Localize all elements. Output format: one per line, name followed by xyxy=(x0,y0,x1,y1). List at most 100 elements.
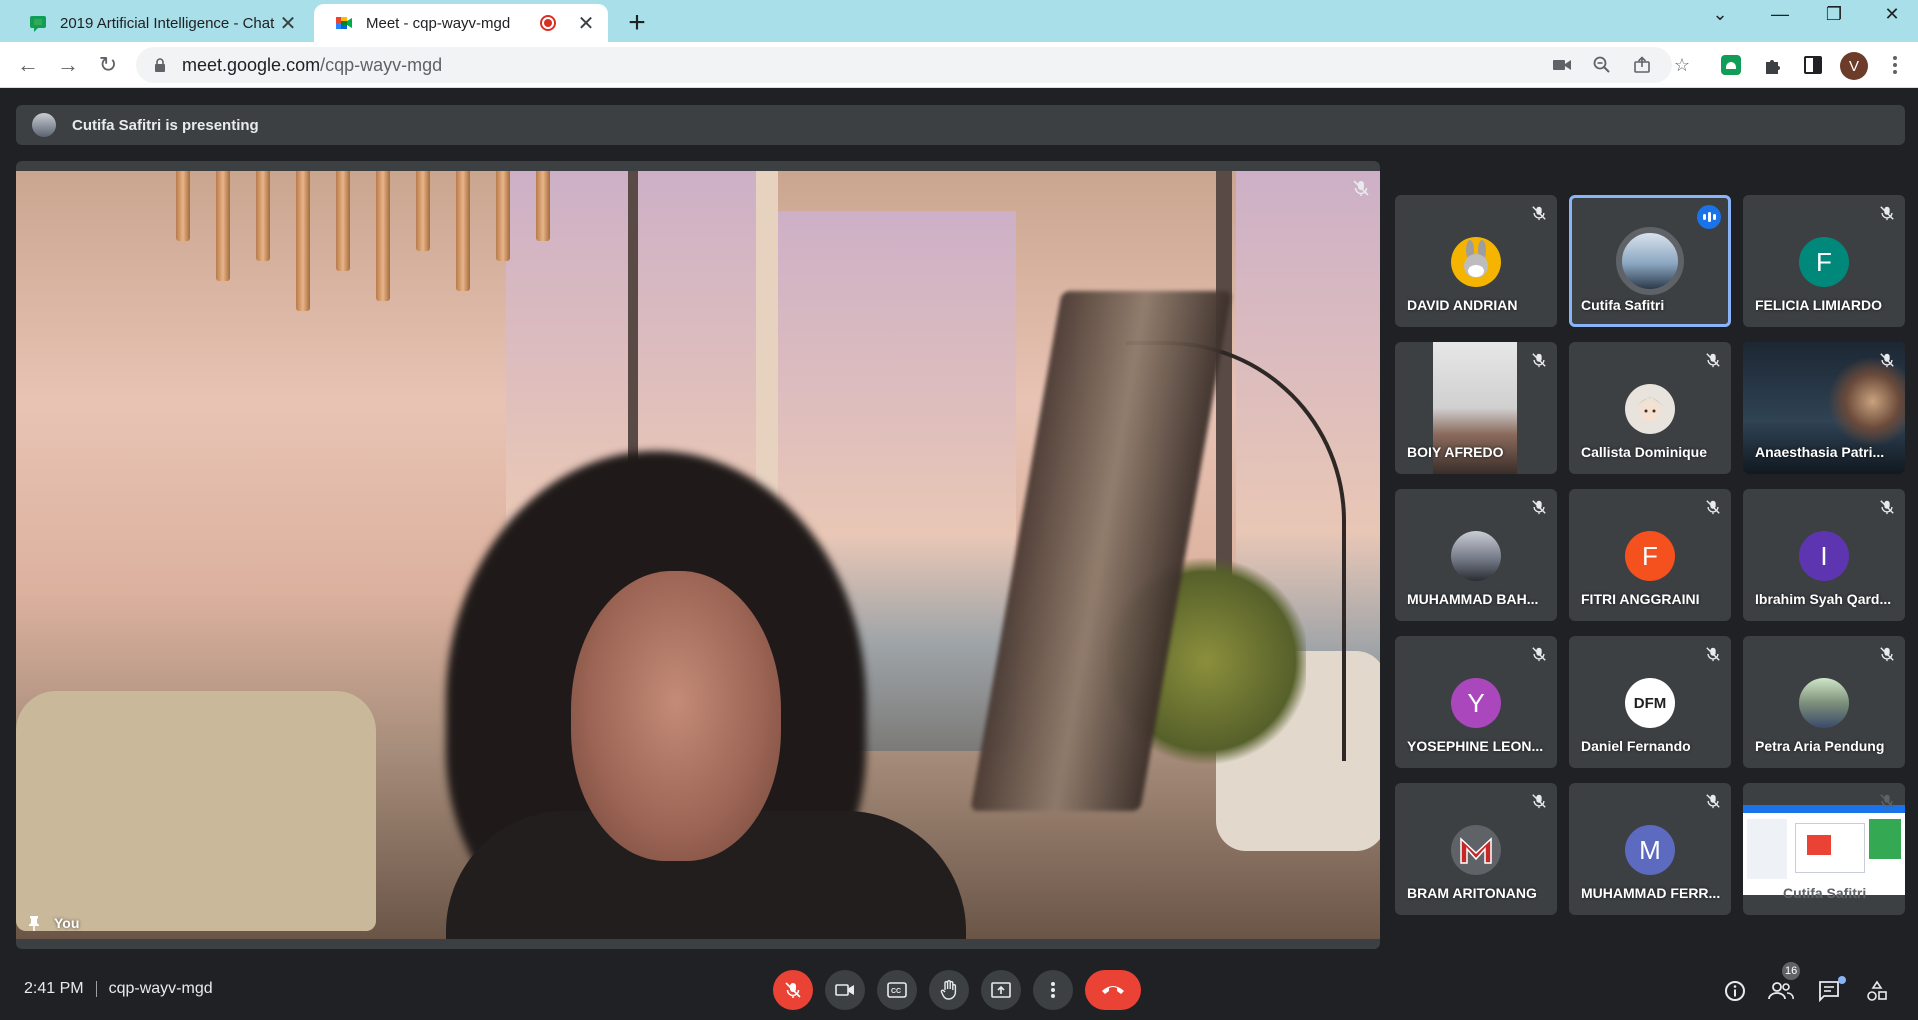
present-icon xyxy=(991,982,1011,998)
people-icon xyxy=(1768,982,1794,1000)
mic-off-icon xyxy=(1532,500,1546,515)
participant-tile[interactable]: BOIY AFREDO xyxy=(1395,342,1557,474)
people-button[interactable] xyxy=(1766,976,1796,1006)
participant-tile[interactable]: F FELICIA LIMIARDO xyxy=(1743,195,1905,327)
meeting-details-button[interactable] xyxy=(1720,976,1750,1006)
meeting-code: cqp-wayv-mgd xyxy=(108,980,213,997)
participant-tile[interactable]: Cutifa Safitri xyxy=(1743,783,1905,915)
mic-off-icon xyxy=(1706,647,1720,662)
url-path: /cqp-wayv-mgd xyxy=(320,54,443,75)
participant-tile[interactable]: MUHAMMAD BAH... xyxy=(1395,489,1557,621)
info-icon xyxy=(1725,981,1745,1001)
mic-off-icon xyxy=(1880,353,1894,368)
restore-icon[interactable]: ❐ xyxy=(1814,4,1854,25)
bookmark-star-icon[interactable]: ☆ xyxy=(1668,51,1696,79)
profile-photo xyxy=(1799,678,1849,728)
leave-call-button[interactable] xyxy=(1085,970,1141,1010)
tab-meet[interactable]: Meet - cqp-wayv-mgd ✕ xyxy=(314,4,608,42)
participant-name: YOSEPHINE LEON... xyxy=(1407,738,1544,754)
extensions-puzzle-icon[interactable] xyxy=(1758,50,1788,80)
participant-name: DAVID ANDRIAN xyxy=(1407,297,1518,313)
people-count-badge: 16 xyxy=(1782,962,1801,980)
unread-indicator xyxy=(1838,976,1846,984)
main-video-tile[interactable]: You xyxy=(16,161,1380,949)
speaking-indicator-icon xyxy=(1697,205,1721,229)
mic-off-icon xyxy=(785,982,801,998)
camera-icon xyxy=(835,984,854,996)
menu-kebab-icon[interactable] xyxy=(1880,50,1910,80)
new-tab-button[interactable]: + xyxy=(622,6,652,40)
more-options-button[interactable] xyxy=(1033,970,1073,1010)
bugs-bunny-image xyxy=(1451,237,1501,287)
activities-icon xyxy=(1867,980,1887,1001)
participant-initial-avatar: F xyxy=(1625,531,1675,581)
participant-tile[interactable]: BRAM ARITONANG xyxy=(1395,783,1557,915)
pin-icon[interactable] xyxy=(28,915,40,931)
participant-tile[interactable]: DFM Daniel Fernando xyxy=(1569,636,1731,768)
presenting-text: Cutifa Safitri is presenting xyxy=(72,116,259,134)
present-now-button[interactable] xyxy=(981,970,1021,1010)
mic-off-icon xyxy=(1532,794,1546,809)
participant-name: FITRI ANGGRAINI xyxy=(1581,591,1700,607)
activities-button[interactable] xyxy=(1862,976,1892,1006)
tab-strip: 2019 Artificial Intelligence - Chat ✕ Me… xyxy=(0,0,1918,42)
raise-hand-button[interactable] xyxy=(929,970,969,1010)
mic-toggle-button[interactable] xyxy=(773,970,813,1010)
harbor-photo xyxy=(1616,227,1684,295)
extension-phone-icon[interactable] xyxy=(1716,50,1746,80)
participant-name: BRAM ARITONANG xyxy=(1407,885,1537,901)
participant-name: Daniel Fernando xyxy=(1581,738,1691,754)
mic-off-icon xyxy=(1532,647,1546,662)
tab-title: 2019 Artificial Intelligence - Chat xyxy=(60,14,275,32)
mic-off-icon xyxy=(1706,500,1720,515)
participant-tile[interactable]: I Ibrahim Syah Qard... xyxy=(1743,489,1905,621)
participant-initial-avatar: Y xyxy=(1451,678,1501,728)
side-panel-icon[interactable] xyxy=(1798,50,1828,80)
participant-tile[interactable]: Cutifa Safitri xyxy=(1569,195,1731,327)
close-tab-icon[interactable]: ✕ xyxy=(278,11,298,36)
presenting-banner: Cutifa Safitri is presenting xyxy=(16,105,1905,145)
mic-off-icon xyxy=(1880,794,1894,809)
reload-icon[interactable]: ↻ xyxy=(92,49,124,81)
participant-tile[interactable]: Anaesthasia Patri... xyxy=(1743,342,1905,474)
meeting-time: 2:41 PM xyxy=(24,980,84,997)
close-tab-icon[interactable]: ✕ xyxy=(576,11,596,36)
participant-name: Ibrahim Syah Qard... xyxy=(1755,591,1892,607)
profile-avatar[interactable]: V xyxy=(1840,52,1868,80)
more-options-icon xyxy=(1051,982,1055,998)
participant-name: FELICIA LIMIARDO xyxy=(1755,297,1883,313)
participant-name: Petra Aria Pendung xyxy=(1755,738,1885,754)
zoom-icon[interactable] xyxy=(1588,51,1616,79)
participant-name: Anaesthasia Patri... xyxy=(1755,444,1885,460)
participant-name: Callista Dominique xyxy=(1581,444,1708,460)
browser-toolbar: ← → ↻ meet.google.com/cqp-wayv-mgd ☆ 136… xyxy=(0,42,1918,125)
participant-tile[interactable]: F FITRI ANGGRAINI xyxy=(1569,489,1731,621)
participant-name: Cutifa Safitri xyxy=(1581,297,1665,313)
participant-tile[interactable]: DAVID ANDRIAN xyxy=(1395,195,1557,327)
recording-icon xyxy=(540,15,556,31)
mic-off-icon xyxy=(1880,647,1894,662)
back-icon[interactable]: ← xyxy=(12,49,44,81)
tab-search-icon[interactable]: ⌄ xyxy=(1700,4,1740,25)
address-bar[interactable]: meet.google.com/cqp-wayv-mgd xyxy=(136,47,1672,83)
close-window-icon[interactable]: ✕ xyxy=(1872,4,1912,25)
captions-button[interactable]: CC xyxy=(877,970,917,1010)
share-icon[interactable] xyxy=(1628,51,1656,79)
participant-tile[interactable]: Petra Aria Pendung xyxy=(1743,636,1905,768)
participant-tile[interactable]: Y YOSEPHINE LEON... xyxy=(1395,636,1557,768)
self-camera-feed xyxy=(16,171,1380,939)
tab-chat[interactable]: 2019 Artificial Intelligence - Chat ✕ xyxy=(8,4,310,42)
participant-name: BOIY AFREDO xyxy=(1407,444,1504,460)
raise-hand-icon xyxy=(940,980,957,1000)
camera-toggle-button[interactable] xyxy=(825,970,865,1010)
camera-in-use-icon[interactable] xyxy=(1548,51,1576,79)
participant-tile[interactable]: M MUHAMMAD FERR... xyxy=(1569,783,1731,915)
anime-character-image xyxy=(1625,384,1675,434)
participant-tile[interactable]: Callista Dominique xyxy=(1569,342,1731,474)
lock-icon xyxy=(155,58,165,72)
minimize-icon[interactable]: — xyxy=(1760,4,1800,25)
self-name: You xyxy=(54,915,80,931)
url-host: meet.google.com xyxy=(182,54,321,75)
participant-name: MUHAMMAD BAH... xyxy=(1407,591,1539,607)
forward-icon[interactable]: → xyxy=(52,49,84,81)
